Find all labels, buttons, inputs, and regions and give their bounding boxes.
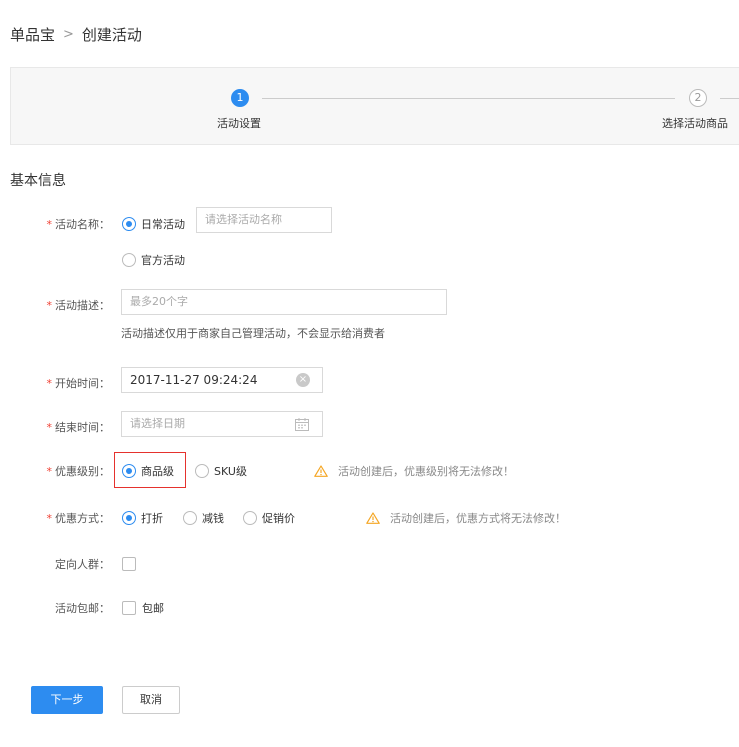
radio-official-activity[interactable]: 官方活动 bbox=[122, 252, 185, 268]
target-group-checkbox[interactable] bbox=[122, 557, 136, 571]
radio-dot bbox=[122, 253, 136, 267]
discount-method-label: * 优惠方式： bbox=[46, 512, 111, 525]
free-shipping-checkbox[interactable]: 包邮 bbox=[122, 600, 164, 616]
end-time-input[interactable]: 请选择日期 bbox=[121, 411, 323, 437]
activity-desc-label: * 活动描述： bbox=[46, 299, 111, 312]
step-2-indicator: 2 bbox=[689, 89, 707, 107]
required-mark: * bbox=[46, 299, 53, 312]
radio-promo-price[interactable]: 促销价 bbox=[243, 510, 295, 526]
discount-level-label: * 优惠级别： bbox=[46, 465, 111, 478]
next-step-button[interactable]: 下一步 bbox=[31, 686, 103, 714]
required-mark: * bbox=[46, 421, 53, 434]
required-mark: * bbox=[46, 512, 53, 525]
step-2-label: 选择活动商品 bbox=[662, 117, 728, 130]
free-shipping-label: 活动包邮： bbox=[55, 602, 110, 615]
warning-triangle-icon bbox=[314, 465, 328, 477]
warning-triangle-icon bbox=[366, 512, 380, 524]
radio-sku-level[interactable]: SKU级 bbox=[195, 463, 247, 479]
activity-desc-input[interactable]: 最多20个字 bbox=[121, 289, 447, 315]
radio-reduce-price[interactable]: 减钱 bbox=[183, 510, 224, 526]
step-1-indicator: 1 bbox=[231, 89, 249, 107]
radio-dot-checked bbox=[122, 217, 136, 231]
required-mark: * bbox=[46, 218, 53, 231]
step-connector-line-2 bbox=[720, 98, 739, 99]
cancel-button[interactable]: 取消 bbox=[122, 686, 180, 714]
section-title: 基本信息 bbox=[10, 173, 66, 189]
activity-name-label: * 活动名称： bbox=[46, 218, 111, 231]
breadcrumb: 单品宝 > 创建活动 bbox=[10, 24, 142, 45]
radio-product-level[interactable]: 商品级 bbox=[122, 463, 174, 479]
end-time-label: * 结束时间： bbox=[46, 421, 111, 434]
radio-dot-checked bbox=[122, 511, 136, 525]
discount-method-warning: 活动创建后，优惠方式将无法修改！ bbox=[366, 510, 566, 526]
radio-dot-checked bbox=[122, 464, 136, 478]
radio-discount[interactable]: 打折 bbox=[122, 510, 163, 526]
breadcrumb-parent-link[interactable]: 单品宝 bbox=[10, 24, 55, 45]
start-time-input[interactable]: 2017-11-27 09:24:24 bbox=[121, 367, 323, 393]
radio-daily-activity[interactable]: 日常活动 bbox=[122, 216, 185, 232]
radio-dot bbox=[195, 464, 209, 478]
checkbox-box bbox=[122, 601, 136, 615]
required-mark: * bbox=[46, 377, 53, 390]
breadcrumb-separator: > bbox=[63, 27, 74, 42]
activity-name-select-input[interactable]: 请选择活动名称 bbox=[196, 207, 332, 233]
step-1-label: 活动设置 bbox=[217, 117, 261, 130]
discount-level-warning: 活动创建后，优惠级别将无法修改！ bbox=[314, 463, 514, 479]
clear-circle-icon[interactable]: × bbox=[296, 373, 310, 387]
activity-desc-hint: 活动描述仅用于商家自己管理活动，不会显示给消费者 bbox=[121, 327, 385, 340]
step-progress-bar bbox=[10, 67, 739, 145]
start-time-label: * 开始时间： bbox=[46, 377, 111, 390]
radio-dot bbox=[243, 511, 257, 525]
target-group-label: 定向人群： bbox=[55, 558, 110, 571]
required-mark: * bbox=[46, 465, 53, 478]
calendar-icon[interactable] bbox=[295, 418, 309, 431]
step-connector-line bbox=[262, 98, 675, 99]
breadcrumb-current: 创建活动 bbox=[81, 26, 142, 44]
radio-dot bbox=[183, 511, 197, 525]
